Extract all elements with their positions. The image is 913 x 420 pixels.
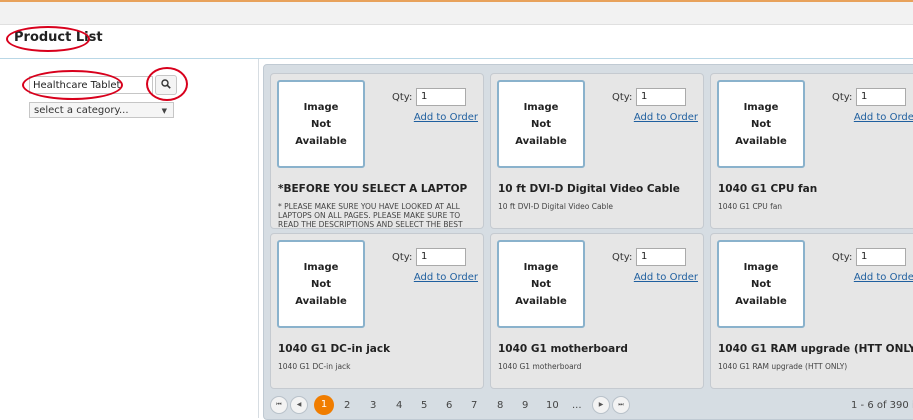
annotation-circle xyxy=(146,67,188,101)
qty-input[interactable] xyxy=(636,88,686,106)
product-name: 10 ft DVI-D Digital Video Cable xyxy=(498,183,680,195)
placeholder-text: Available xyxy=(515,296,567,307)
qty-input[interactable] xyxy=(856,88,906,106)
page-number[interactable]: 2 xyxy=(344,400,350,411)
product-image-placeholder: Image Not Available xyxy=(277,240,365,328)
product-card: Image Not Available Qty: Add to Order 10… xyxy=(490,73,704,229)
page-number[interactable]: 4 xyxy=(396,400,402,411)
page-number[interactable]: 10 xyxy=(546,400,559,411)
page-number[interactable]: 9 xyxy=(522,400,528,411)
add-to-order-link[interactable]: Add to Order xyxy=(392,272,478,283)
placeholder-text: Image xyxy=(743,102,779,113)
annotation-circle xyxy=(6,26,90,52)
first-page-button[interactable]: ⏮ xyxy=(270,396,288,414)
product-name: 1040 G1 CPU fan xyxy=(718,183,818,195)
placeholder-text: Not xyxy=(530,119,552,130)
qty-label: Qty: xyxy=(612,252,633,263)
qty-label: Qty: xyxy=(832,252,853,263)
annotation-circle xyxy=(22,70,123,100)
add-to-order-link[interactable]: Add to Order xyxy=(612,272,698,283)
add-to-order-link[interactable]: Add to Order xyxy=(612,112,698,123)
product-description: 10 ft DVI-D Digital Video Cable xyxy=(498,202,614,211)
product-card: Image Not Available Qty: Add to Order *B… xyxy=(270,73,484,229)
placeholder-text: Image xyxy=(303,262,339,273)
product-description: 1040 G1 DC-in jack xyxy=(278,362,351,371)
page-number[interactable]: 3 xyxy=(370,400,376,411)
placeholder-text: Available xyxy=(515,136,567,147)
next-page-button[interactable]: ▶ xyxy=(592,396,610,414)
page-number[interactable]: 5 xyxy=(421,400,427,411)
qty-input[interactable] xyxy=(636,248,686,266)
qty-input[interactable] xyxy=(416,88,466,106)
page-ellipsis[interactable]: ... xyxy=(572,400,582,411)
qty-label: Qty: xyxy=(832,92,853,103)
placeholder-text: Not xyxy=(750,119,772,130)
product-image-placeholder: Image Not Available xyxy=(497,240,585,328)
chevron-down-icon: ▼ xyxy=(161,107,167,115)
qty-input[interactable] xyxy=(416,248,466,266)
product-description: 1040 G1 RAM upgrade (HTT ONLY) xyxy=(718,362,848,371)
add-to-order-link[interactable]: Add to Order xyxy=(832,272,913,283)
qty-label: Qty: xyxy=(392,92,413,103)
placeholder-text: Not xyxy=(310,119,332,130)
placeholder-text: Image xyxy=(523,262,559,273)
placeholder-text: Image xyxy=(523,102,559,113)
product-name: 1040 G1 motherboard xyxy=(498,343,628,355)
placeholder-text: Not xyxy=(310,279,332,290)
placeholder-text: Available xyxy=(295,136,347,147)
placeholder-text: Available xyxy=(735,296,787,307)
page-number[interactable]: 8 xyxy=(497,400,503,411)
product-name: 1040 G1 DC-in jack xyxy=(278,343,391,355)
product-card: Image Not Available Qty: Add to Order 10… xyxy=(710,233,913,389)
top-bar xyxy=(0,2,913,25)
add-to-order-link[interactable]: Add to Order xyxy=(832,112,913,123)
product-description: * PLEASE MAKE SURE YOU HAVE LOOKED AT AL… xyxy=(278,202,463,228)
qty-label: Qty: xyxy=(392,252,413,263)
product-description: 1040 G1 CPU fan xyxy=(718,202,783,211)
product-card: Image Not Available Qty: Add to Order 10… xyxy=(270,233,484,389)
product-image-placeholder: Image Not Available xyxy=(497,80,585,168)
page-number[interactable]: 7 xyxy=(471,400,477,411)
page-number-active[interactable]: 1 xyxy=(314,395,334,415)
placeholder-text: Not xyxy=(530,279,552,290)
pagination: ⏮ ◀ 1 2 3 4 5 6 7 8 9 10 ... ▶ ⏭ 1 - 6 o… xyxy=(268,395,913,418)
last-page-button[interactable]: ⏭ xyxy=(612,396,630,414)
product-card: Image Not Available Qty: Add to Order 10… xyxy=(710,73,913,229)
placeholder-text: Available xyxy=(735,136,787,147)
product-name: *BEFORE YOU SELECT A LAPTOP xyxy=(278,183,468,195)
placeholder-text: Available xyxy=(295,296,347,307)
category-select-value: select a category... xyxy=(34,105,129,116)
product-description: 1040 G1 motherboard xyxy=(498,362,582,371)
placeholder-text: Image xyxy=(743,262,779,273)
product-card: Image Not Available Qty: Add to Order 10… xyxy=(490,233,704,389)
qty-label: Qty: xyxy=(612,92,633,103)
placeholder-text: Not xyxy=(750,279,772,290)
add-to-order-link[interactable]: Add to Order xyxy=(392,112,478,123)
qty-input[interactable] xyxy=(856,248,906,266)
product-image-placeholder: Image Not Available xyxy=(717,240,805,328)
pager-info: 1 - 6 of 390 items xyxy=(851,400,913,411)
product-image-placeholder: Image Not Available xyxy=(277,80,365,168)
prev-page-button[interactable]: ◀ xyxy=(290,396,308,414)
product-image-placeholder: Image Not Available xyxy=(717,80,805,168)
placeholder-text: Image xyxy=(303,102,339,113)
product-name: 1040 G1 RAM upgrade (HTT ONLY) xyxy=(718,343,913,355)
category-select[interactable]: select a category... ▼ xyxy=(29,102,174,118)
page-number[interactable]: 6 xyxy=(446,400,452,411)
